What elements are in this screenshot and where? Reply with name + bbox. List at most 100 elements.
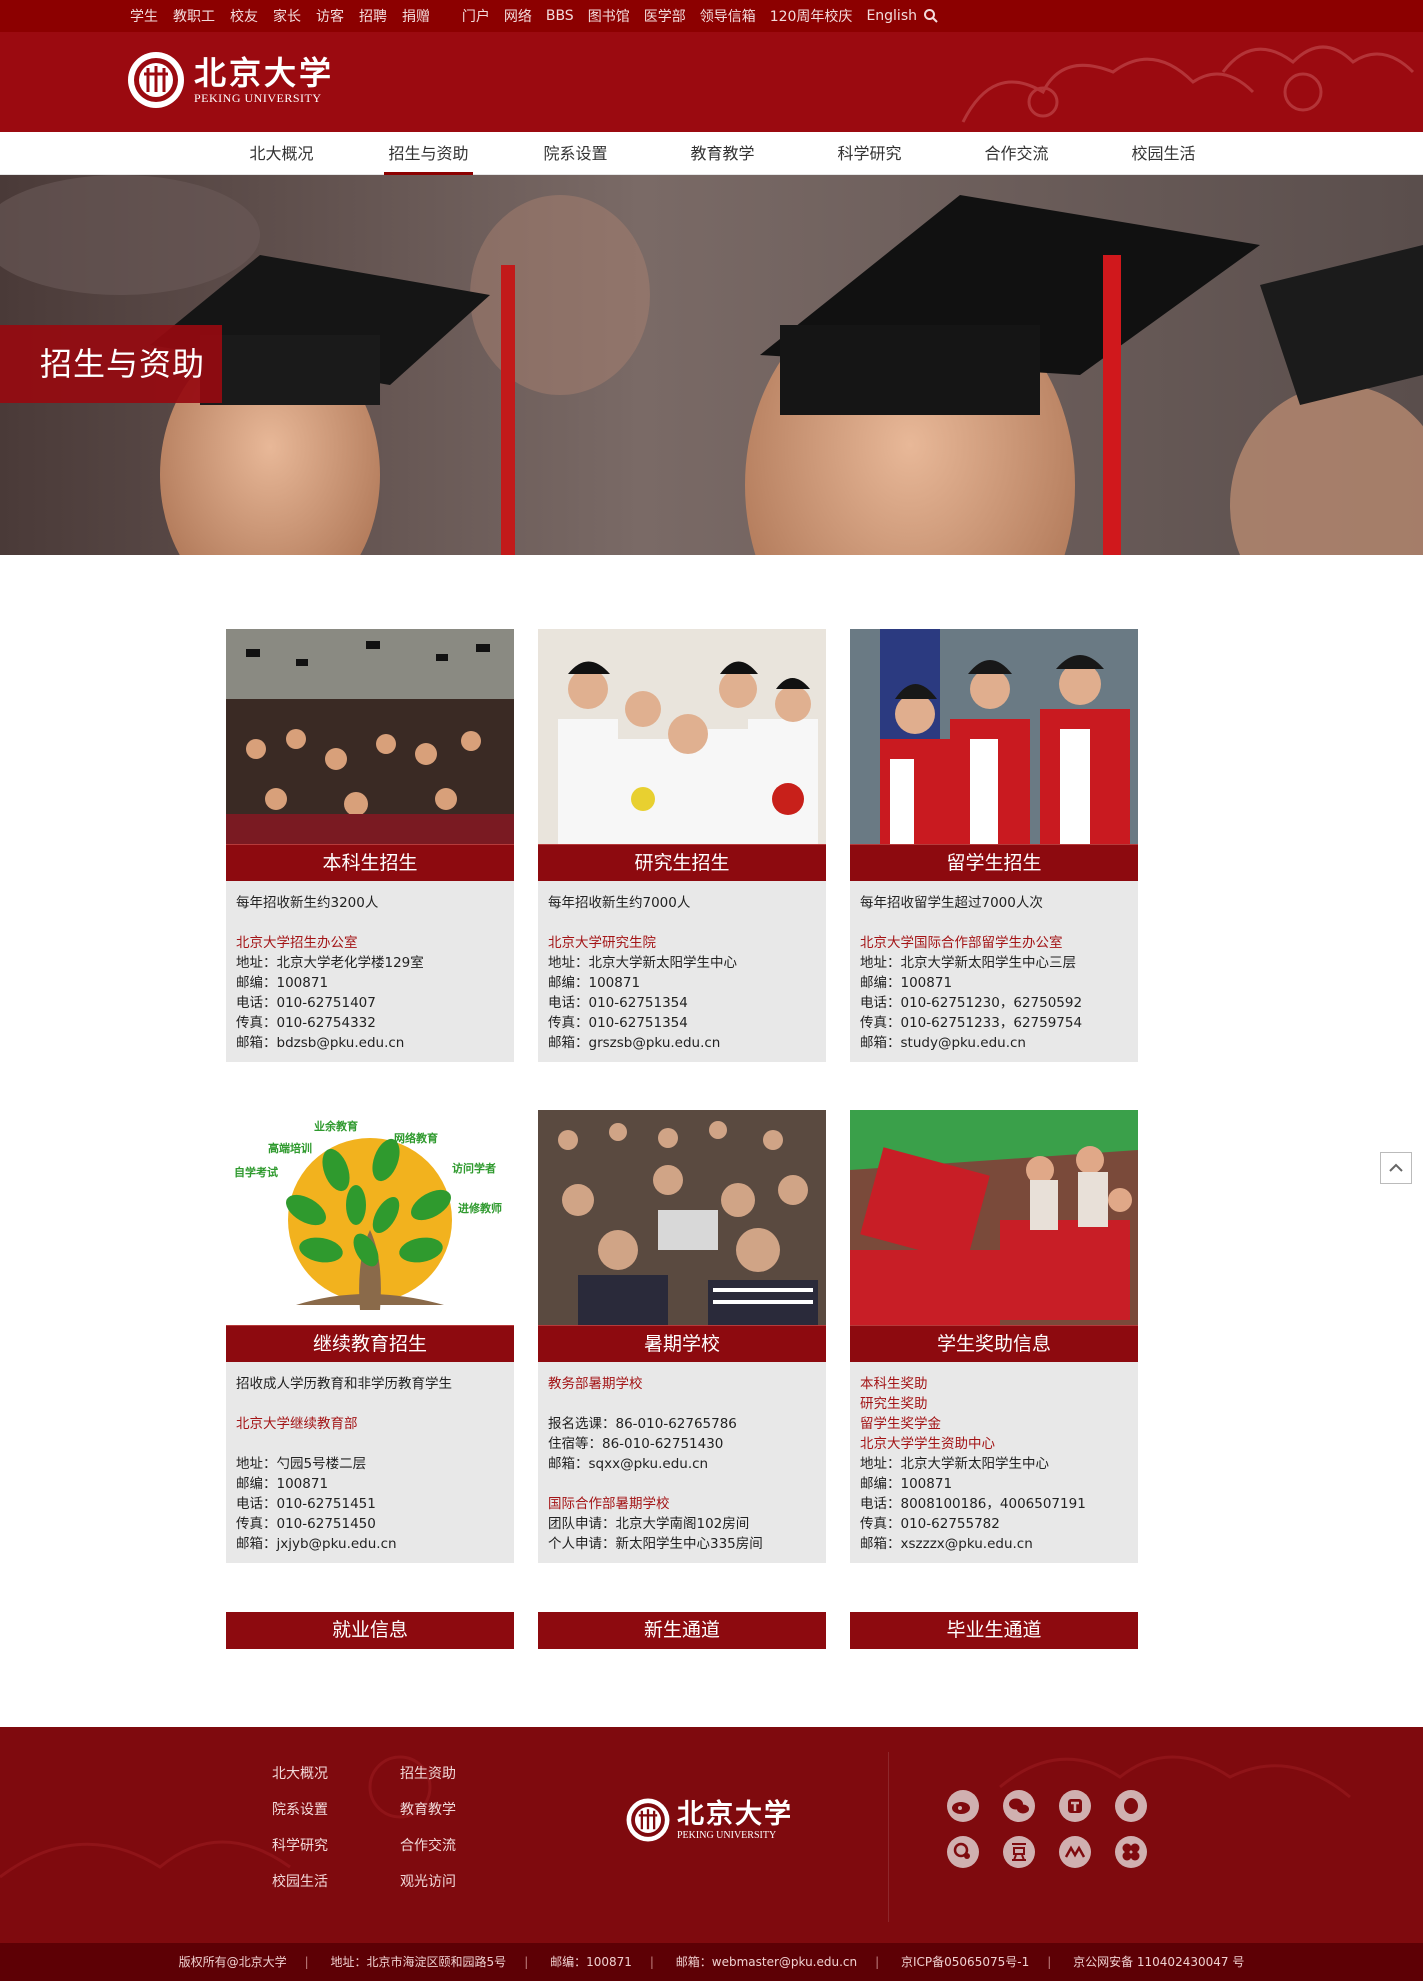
link-portal[interactable]: 门户 [462, 6, 490, 26]
link-library[interactable]: 图书馆 [588, 6, 630, 26]
nav-item-overview[interactable]: 北大概况 [208, 132, 355, 175]
tree-word: 网络教育 [394, 1131, 438, 1145]
back-to-top-button[interactable] [1380, 1152, 1412, 1184]
nav-item-research[interactable]: 科学研究 [796, 132, 943, 175]
tree-word: 访问学者 [452, 1161, 496, 1175]
clover-icon[interactable] [1114, 1835, 1148, 1869]
search-icon[interactable] [923, 8, 939, 24]
douban-icon[interactable] [1002, 1835, 1036, 1869]
weibo-icon[interactable] [946, 1789, 980, 1823]
graduate-aid-link[interactable]: 研究生奖助 [860, 1394, 1128, 1414]
card-international: 留学生招生 每年招收留学生超过7000人次 北京大学国际合作部留学生办公室 地址… [850, 629, 1138, 1062]
card-title[interactable]: 留学生招生 [850, 844, 1138, 881]
link-bbs[interactable]: BBS [546, 8, 574, 24]
office-link[interactable]: 北京大学学生资助中心 [860, 1434, 1128, 1454]
footer-link-cooperation[interactable]: 合作交流 [400, 1835, 500, 1857]
link-leader-mail[interactable]: 领导信箱 [700, 6, 756, 26]
footer-link-education[interactable]: 教育教学 [400, 1799, 500, 1821]
top-utility-bar: 学生 教职工 校友 家长 访客 招聘 捐赠 门户 网络 BBS 图书馆 医学部 … [0, 0, 1423, 32]
card-photo-graduation-crowd [226, 629, 514, 844]
postcode: 邮编：100871 [236, 1476, 329, 1492]
nav-item-departments[interactable]: 院系设置 [502, 132, 649, 175]
tree-word: 业余教育 [314, 1119, 358, 1133]
cloud-pattern [961, 45, 1415, 123]
footer-link-campus-life[interactable]: 校园生活 [272, 1871, 400, 1893]
employment-button[interactable]: 就业信息 [226, 1612, 514, 1649]
footer-divider [888, 1752, 889, 1922]
group-application: 团队申请：北京大学南阁102房间 [548, 1516, 750, 1532]
nav-item-education[interactable]: 教育教学 [649, 132, 796, 175]
link-visitors[interactable]: 访客 [316, 6, 344, 26]
kaixin-icon[interactable] [1058, 1835, 1092, 1869]
card-title[interactable]: 本科生招生 [226, 844, 514, 881]
office-link[interactable]: 北京大学招生办公室 [236, 933, 504, 953]
portal-links: 门户 网络 BBS 图书馆 医学部 领导信箱 120周年校庆 English [448, 0, 917, 32]
office-link-international[interactable]: 国际合作部暑期学校 [548, 1494, 816, 1514]
address: 地址：北京大学新太阳学生中心三层 [860, 955, 1076, 971]
link-network[interactable]: 网络 [504, 6, 532, 26]
copyright-postcode: 邮编：100871 [550, 1955, 632, 1969]
card-undergraduate: 本科生招生 每年招收新生约3200人 北京大学招生办公室 地址：北京大学老化学楼… [226, 629, 514, 1062]
postcode: 邮编：100871 [860, 1476, 953, 1492]
international-scholarship-link[interactable]: 留学生奖学金 [860, 1414, 1128, 1434]
link-jobs[interactable]: 招聘 [359, 6, 387, 26]
footer-logo-chinese: 北京大学 [677, 1798, 793, 1830]
link-anniversary[interactable]: 120周年校庆 [770, 6, 853, 26]
freshmen-button[interactable]: 新生通道 [538, 1612, 826, 1649]
link-staff[interactable]: 教职工 [173, 6, 215, 26]
fax: 传真：010-62751450 [236, 1516, 376, 1532]
office-link[interactable]: 教务部暑期学校 [548, 1374, 816, 1394]
office-link[interactable]: 北京大学国际合作部留学生办公室 [860, 933, 1128, 953]
tencent-weibo-icon[interactable] [1058, 1789, 1092, 1823]
copyright-icp[interactable]: 京ICP备05065075号-1 [901, 1955, 1029, 1969]
nav-item-campus-life[interactable]: 校园生活 [1090, 132, 1237, 175]
tree-word: 高端培训 [268, 1141, 312, 1155]
qq-icon[interactable] [1114, 1789, 1148, 1823]
email: 邮箱：bdzsb@pku.edu.cn [236, 1035, 405, 1051]
nav-item-cooperation[interactable]: 合作交流 [943, 132, 1090, 175]
email: 邮箱：xszzzx@pku.edu.cn [860, 1536, 1033, 1552]
phone: 电话：010-62751354 [548, 995, 688, 1011]
link-students[interactable]: 学生 [130, 6, 158, 26]
renren-icon[interactable] [946, 1835, 980, 1869]
pku-logo[interactable]: 北京大学 PEKING UNIVERSITY [126, 50, 334, 110]
footer-link-overview[interactable]: 北大概况 [272, 1763, 400, 1785]
card-graduate: 研究生招生 每年招收新生约7000人 北京大学研究生院 地址：北京大学新太阳学生… [538, 629, 826, 1062]
link-medical[interactable]: 医学部 [644, 6, 686, 26]
footer-link-visit[interactable]: 观光访问 [400, 1871, 500, 1893]
fax: 传真：010-62751233，62759754 [860, 1015, 1083, 1031]
registration-phone: 报名选课：86-010-62765786 [548, 1416, 737, 1432]
card-title[interactable]: 研究生招生 [538, 844, 826, 881]
card-photo-lecture-hall [538, 1110, 826, 1325]
fax: 传真：010-62755782 [860, 1516, 1000, 1532]
graduates-button[interactable]: 毕业生通道 [850, 1612, 1138, 1649]
footer-link-research[interactable]: 科学研究 [272, 1835, 400, 1857]
logo-english-name: PEKING UNIVERSITY [194, 90, 322, 105]
card-title[interactable]: 学生奖助信息 [850, 1325, 1138, 1362]
copyright-police[interactable]: 京公网安备 110402430047 号 [1073, 1955, 1244, 1969]
link-donate[interactable]: 捐赠 [402, 6, 430, 26]
office-link[interactable]: 北京大学继续教育部 [236, 1414, 504, 1434]
link-alumni[interactable]: 校友 [230, 6, 258, 26]
footer-link-departments[interactable]: 院系设置 [272, 1799, 400, 1821]
email: 邮箱：jxjyb@pku.edu.cn [236, 1536, 397, 1552]
audience-links: 学生 教职工 校友 家长 访客 招聘 捐赠 [130, 0, 445, 32]
address: 地址：北京大学新太阳学生中心 [860, 1456, 1049, 1472]
nav-item-admissions[interactable]: 招生与资助 [355, 132, 502, 175]
card-title[interactable]: 暑期学校 [538, 1325, 826, 1362]
logo-chinese-name: 北京大学 [194, 53, 335, 92]
main-navigation: 北大概况 招生与资助 院系设置 教育教学 科学研究 合作交流 校园生活 [0, 132, 1423, 175]
link-parents[interactable]: 家长 [273, 6, 301, 26]
card-summary: 招收成人学历教育和非学历教育学生 [236, 1376, 452, 1392]
footer-link-admissions[interactable]: 招生资助 [400, 1763, 500, 1785]
card-title[interactable]: 继续教育招生 [226, 1325, 514, 1362]
office-link[interactable]: 北京大学研究生院 [548, 933, 816, 953]
phone: 电话：010-62751451 [236, 1496, 376, 1512]
link-english[interactable]: English [866, 8, 917, 24]
copyright-email[interactable]: 邮箱：webmaster@pku.edu.cn [676, 1955, 857, 1969]
copyright-owner: 版权所有@北京大学 [178, 1955, 287, 1969]
footer-logo[interactable]: 北京大学 PEKING UNIVERSITY [625, 1797, 793, 1843]
undergraduate-aid-link[interactable]: 本科生奖助 [860, 1374, 1128, 1394]
card-photo-welcome-gifts [850, 1110, 1138, 1325]
wechat-icon[interactable] [1002, 1789, 1036, 1823]
